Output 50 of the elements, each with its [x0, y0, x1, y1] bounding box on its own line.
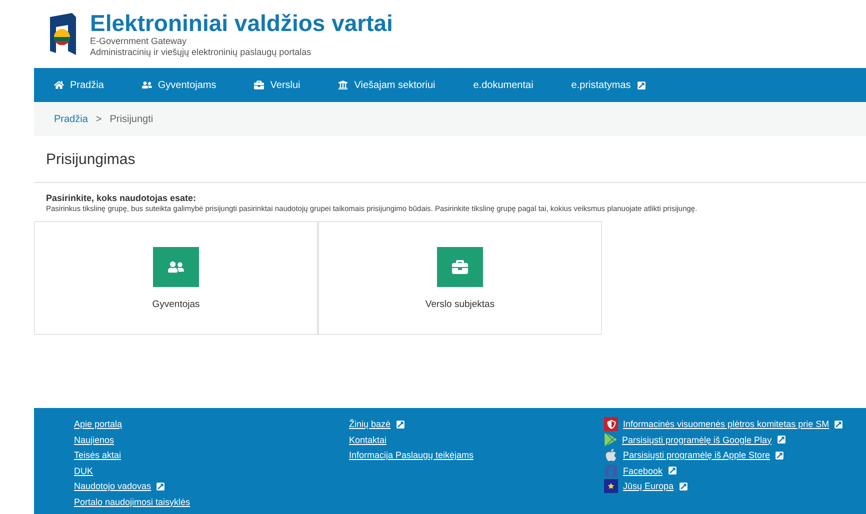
facebook-icon — [604, 464, 618, 478]
footer-link[interactable]: Teisės aktai — [74, 449, 122, 462]
breadcrumb-separator: > — [96, 114, 102, 124]
intro-heading: Pasirinkite, koks naudotojas esate: — [46, 193, 198, 203]
page-title: Prisijungimas — [34, 136, 866, 183]
external-link-icon — [678, 482, 688, 491]
home-icon — [54, 80, 64, 90]
briefcase-icon — [437, 246, 483, 286]
site-tagline: Administracinių ir viešųjų elektroninių paslaugų portalas — [90, 47, 312, 58]
people-icon — [142, 80, 152, 90]
google-play-icon — [604, 433, 617, 446]
footer-link[interactable]: DUK — [74, 464, 94, 477]
footer-link[interactable]: Žinių bazė — [349, 418, 391, 430]
logo-icon — [48, 13, 78, 55]
external-link-icon — [668, 466, 677, 476]
footer-link[interactable]: Naudotojo vadovas — [74, 480, 152, 492]
footer-link[interactable]: Kontaktai — [349, 434, 387, 446]
external-link-icon — [775, 450, 784, 460]
footer-link[interactable]: Naujienos — [74, 434, 114, 446]
footer-link[interactable]: Jūsų Europa — [623, 480, 674, 492]
footer-link[interactable]: Informacinės visuomenės plėtros komitetas prie SM — [623, 418, 830, 430]
footer-link[interactable]: Parsisiųsti programėlę iš Apple Store — [623, 449, 770, 462]
bank-icon — [338, 80, 348, 90]
nav-link[interactable]: Verslui — [254, 80, 300, 90]
user-type-card[interactable]: Gyventojas — [34, 221, 318, 335]
footer-link[interactable]: Portalo naudojimosi taisyklės — [74, 496, 190, 508]
external-link-icon — [776, 435, 786, 444]
eu-flag-icon — [604, 479, 618, 494]
nav-link[interactable]: e.pristatymas — [571, 80, 646, 90]
people-icon — [153, 246, 199, 286]
external-link-icon — [396, 420, 405, 429]
nav-link[interactable]: Viešajam sektoriui — [338, 80, 436, 90]
footer-link[interactable]: Apie portalą — [74, 418, 122, 430]
briefcase-icon — [254, 80, 264, 90]
footer-link[interactable]: Informacija Paslaugų teikėjams — [349, 449, 474, 462]
footer-link[interactable]: Facebook — [623, 464, 663, 477]
external-link-icon — [636, 80, 646, 90]
apple-icon — [604, 448, 618, 462]
site-subtitle: E-Government Gateway — [90, 36, 188, 47]
breadcrumb-current: Prisijungti — [110, 114, 154, 124]
footer-link[interactable]: Parsisiųsti programėlę iš Google Play — [622, 434, 772, 446]
external-link-icon — [834, 420, 844, 429]
breadcrumb-link[interactable]: Pradžia — [54, 114, 88, 124]
user-type-card[interactable]: Verslo subjektas — [318, 221, 602, 335]
site-title: Elektroniniai valdžios vartai — [90, 10, 393, 36]
nav-link[interactable]: Gyventojams — [142, 80, 216, 90]
nav-link[interactable]: Pradžia — [54, 80, 104, 90]
external-link-icon — [156, 482, 166, 491]
nav-link[interactable]: e.dokumentai — [473, 80, 534, 90]
crest-icon — [604, 417, 618, 432]
